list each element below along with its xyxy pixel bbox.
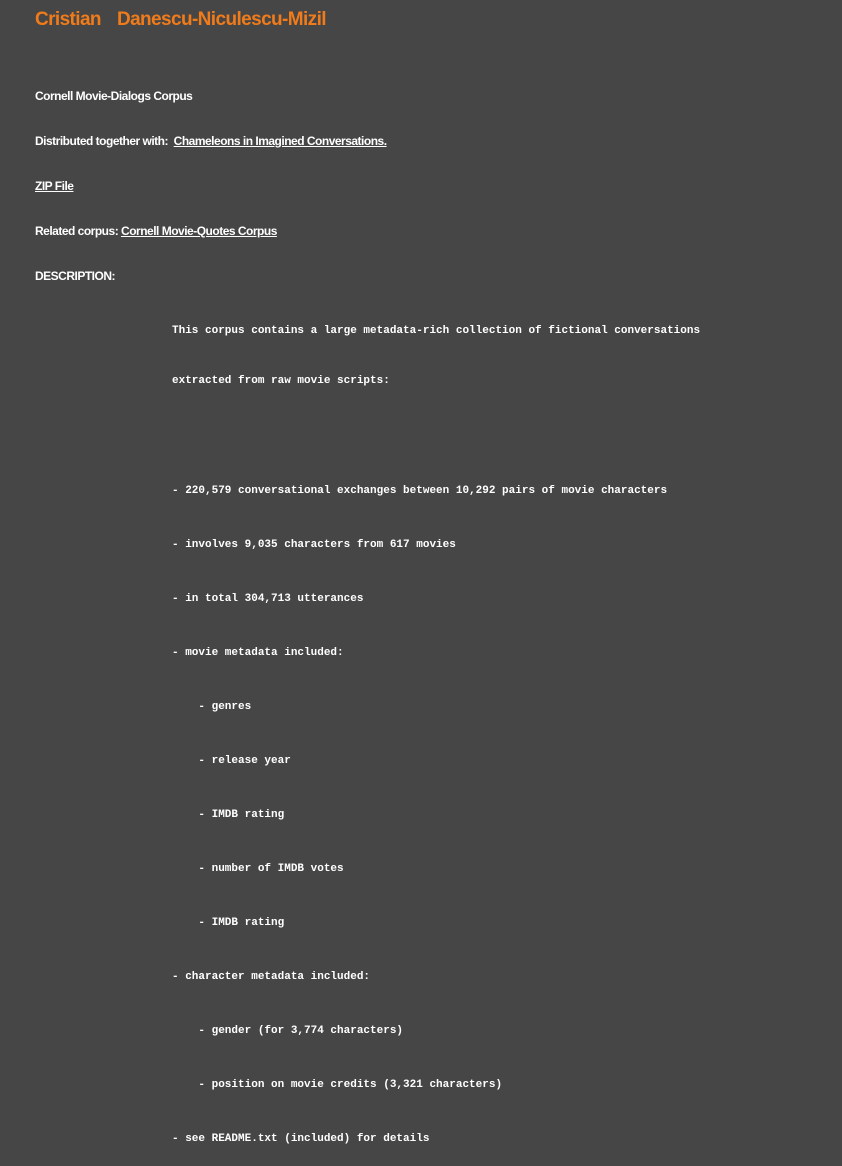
movie-quotes-link[interactable]: Cornell Movie-Quotes Corpus xyxy=(121,224,277,238)
author-last-name: Danescu-Niculescu-Mizil xyxy=(116,9,327,30)
zip-row: ZIP File xyxy=(35,179,74,193)
description-subitem: - genres xyxy=(172,701,252,713)
related-label: Related corpus: xyxy=(35,224,119,238)
description-item: - 220,579 conversational exchanges betwe… xyxy=(172,485,668,497)
description-subitem: - release year xyxy=(172,755,291,767)
description-subitem: - IMDB rating xyxy=(172,809,285,821)
description-subitem: - IMDB rating xyxy=(172,917,285,929)
page-title: Cristian Danescu-Niculescu-Mizil xyxy=(35,9,327,31)
zip-file-link[interactable]: ZIP File xyxy=(35,179,74,193)
description-item: - character metadata included: xyxy=(172,971,371,983)
description-heading: DESCRIPTION: xyxy=(35,269,116,283)
author-first-name: Cristian xyxy=(35,9,102,30)
chameleons-link[interactable]: Chameleons in Imagined Conversations. xyxy=(174,134,387,148)
description-subitem: - number of IMDB votes xyxy=(172,863,344,875)
description-subitem: - position on movie credits (3,321 chara… xyxy=(172,1079,503,1091)
corpus-title: Cornell Movie-Dialogs Corpus xyxy=(35,89,193,103)
description-intro-line: extracted from raw movie scripts: xyxy=(172,375,390,387)
description-item: - in total 304,713 utterances xyxy=(172,593,364,605)
description-item: - see README.txt (included) for details xyxy=(172,1133,430,1145)
description-item: - movie metadata included: xyxy=(172,647,344,659)
distributed-row: Distributed together with: Chameleons in… xyxy=(35,134,387,148)
description-intro-line: This corpus contains a large metadata-ri… xyxy=(172,325,701,337)
description-item: - involves 9,035 characters from 617 mov… xyxy=(172,539,456,551)
related-row: Related corpus: Cornell Movie-Quotes Cor… xyxy=(35,224,277,238)
distributed-label: Distributed together with: xyxy=(35,134,169,148)
description-body: This corpus contains a large metadata-ri… xyxy=(172,288,700,1166)
description-subitem: - gender (for 3,774 characters) xyxy=(172,1025,404,1037)
